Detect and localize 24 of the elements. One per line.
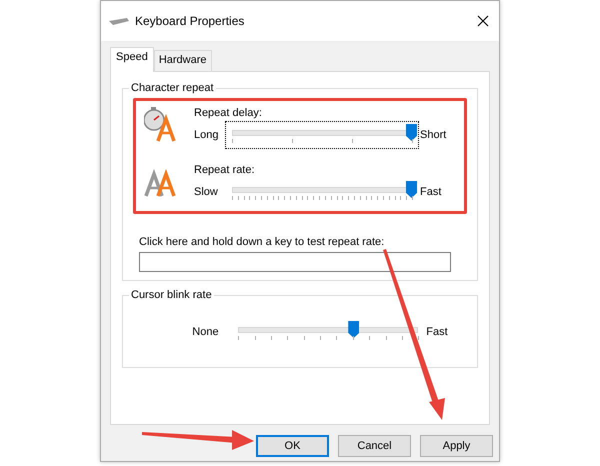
window-title: Keyboard Properties: [135, 14, 246, 28]
tab[interactable]: Speed: [110, 47, 154, 72]
tab[interactable]: Hardware: [154, 50, 212, 71]
input-field[interactable]: [139, 252, 451, 272]
slider-thumb[interactable]: [348, 321, 360, 338]
max-label: Fast: [420, 186, 442, 198]
dialog-button[interactable]: OK: [256, 435, 329, 457]
dialog-button[interactable]: Apply: [420, 435, 493, 457]
min-label: Long: [194, 129, 220, 141]
slider[interactable]: [226, 122, 418, 148]
min-label: None: [192, 326, 220, 338]
keyboard-icon: [109, 16, 129, 26]
slider-label: Repeat delay:: [194, 107, 263, 119]
dialog-button[interactable]: Cancel: [338, 435, 411, 457]
max-label: Short: [420, 129, 446, 141]
close-icon[interactable]: [477, 15, 489, 27]
slider-thumb[interactable]: [406, 124, 417, 141]
max-label: Fast: [426, 326, 448, 338]
test-label: Click here and hold down a key to test repeat rate:: [139, 236, 386, 248]
slider-label: Repeat rate:: [194, 164, 256, 176]
slider-thumb[interactable]: [406, 181, 417, 198]
group-label: Character repeat: [130, 82, 215, 94]
group-label: Cursor blink rate: [130, 289, 213, 301]
min-label: Slow: [194, 186, 219, 198]
